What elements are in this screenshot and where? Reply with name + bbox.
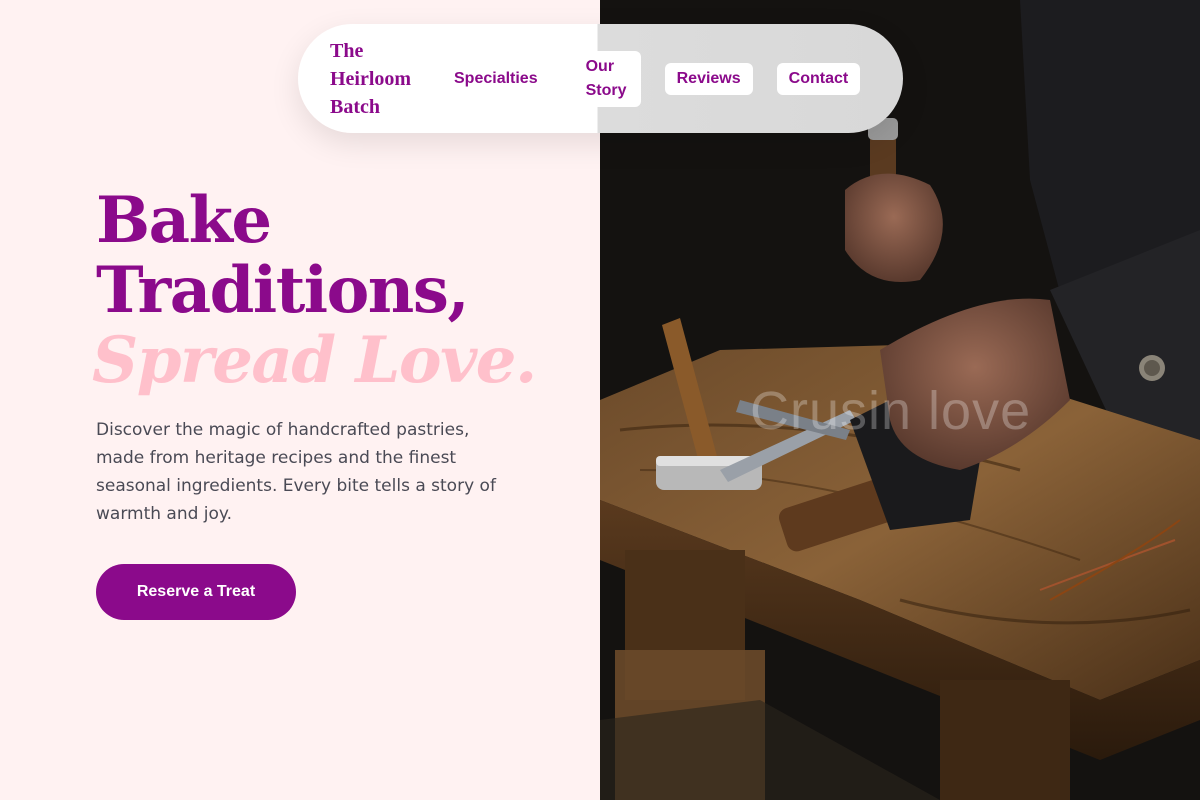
main-nav: The Heirloom Batch Specialties Our Story… [298, 24, 903, 133]
headline-line-2: Traditions, [96, 253, 470, 328]
nav-links: Specialties Our Story Reviews Contact [442, 50, 861, 107]
hero-description: Discover the magic of handcrafted pastri… [96, 420, 496, 524]
nav-link-contact[interactable]: Contact [776, 62, 861, 95]
hero-section: Bake Traditions, Spread Love. Discover t… [92, 183, 576, 528]
nav-link-our-story[interactable]: Our Story [575, 50, 641, 107]
headline-line-1: Bake [96, 183, 272, 258]
nav-link-reviews[interactable]: Reviews [664, 62, 753, 95]
photo-watermark: Crusin love [750, 381, 1032, 441]
headline-accent-line: Spread Love. [92, 323, 537, 398]
hero-headline: Bake Traditions, Spread Love. [92, 183, 576, 396]
brand-logo[interactable]: The Heirloom Batch [330, 37, 420, 121]
reserve-treat-button[interactable]: Reserve a Treat [96, 564, 296, 620]
nav-link-specialties[interactable]: Specialties [442, 63, 550, 95]
